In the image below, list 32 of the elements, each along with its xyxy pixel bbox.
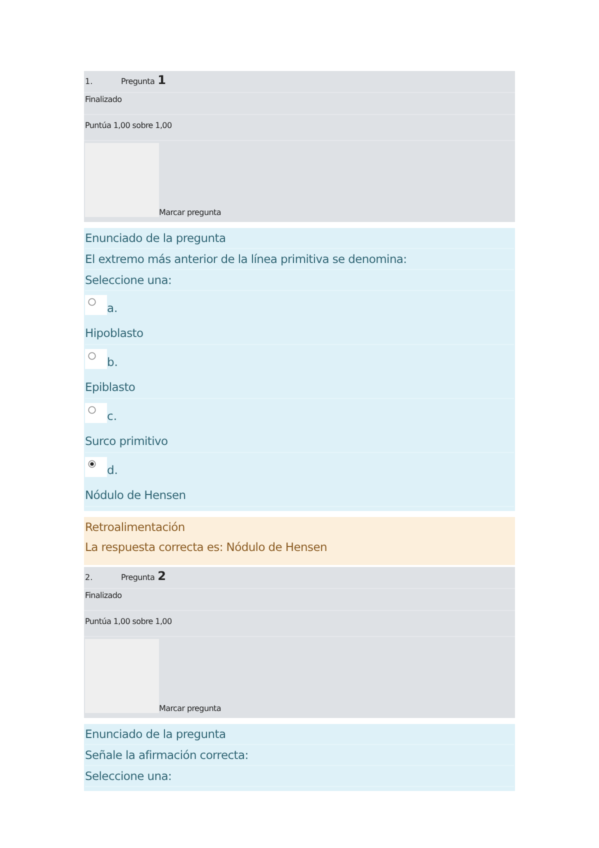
- feedback-text: La respuesta correcta es: Nódulo de Hensen: [85, 540, 327, 554]
- question-text: El extremo más anterior de la línea primitiva se denomina:: [85, 252, 407, 266]
- radio-button[interactable]: [88, 298, 96, 306]
- question-label: Pregunta: [121, 573, 155, 582]
- option-letter: d.: [107, 463, 118, 477]
- option-label: Epiblasto: [85, 380, 136, 394]
- prompt-text: Seleccione una:: [85, 769, 172, 783]
- option-letter: b.: [107, 355, 118, 369]
- option-letter: a.: [107, 301, 118, 315]
- question-number: 2.: [85, 573, 94, 582]
- question-score: Puntúa 1,00 sobre 1,00: [85, 617, 172, 626]
- question-index: 2: [158, 569, 166, 583]
- question-score: Puntúa 1,00 sobre 1,00: [85, 121, 172, 130]
- section-heading: Enunciado de la pregunta: [85, 727, 226, 741]
- question-status: Finalizado: [85, 95, 122, 104]
- section-heading: Enunciado de la pregunta: [85, 231, 226, 245]
- question-number: 1.: [85, 77, 94, 86]
- option-label: Hipoblasto: [85, 326, 144, 340]
- question-label: Pregunta: [121, 77, 155, 86]
- prompt-text: Seleccione una:: [85, 273, 172, 287]
- option-label: Nódulo de Hensen: [85, 488, 186, 502]
- question-text: Señale la afirmación correcta:: [85, 748, 248, 762]
- radio-button[interactable]: [88, 406, 96, 414]
- radio-button[interactable]: [88, 352, 96, 360]
- option-letter: c.: [107, 409, 117, 423]
- question-status: Finalizado: [85, 591, 122, 600]
- feedback-heading: Retroalimentación: [85, 520, 185, 534]
- radio-button[interactable]: [88, 460, 96, 468]
- question-index: 1: [158, 73, 166, 87]
- option-label: Surco primitivo: [85, 434, 168, 448]
- flag-question-link[interactable]: Marcar pregunta: [159, 704, 221, 713]
- flag-question-link[interactable]: Marcar pregunta: [159, 208, 221, 217]
